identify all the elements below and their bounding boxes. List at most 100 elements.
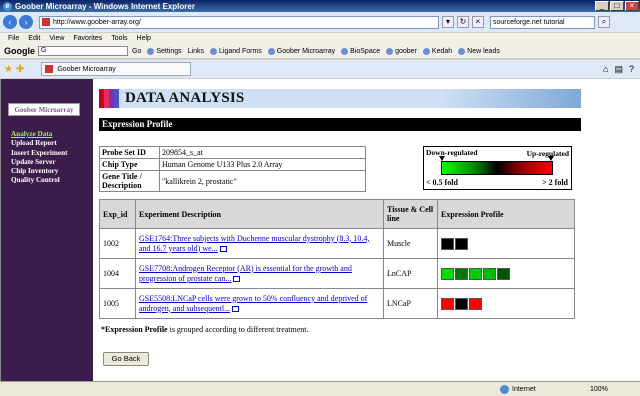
legend-low-label: < 0.5 fold — [426, 178, 458, 187]
external-link-icon[interactable] — [233, 275, 241, 282]
expression-swatch — [497, 267, 510, 280]
link-biospace[interactable]: BioSpace — [341, 47, 381, 55]
link-new-leads[interactable]: New leads — [458, 47, 500, 55]
google-go-button[interactable]: Go — [132, 48, 141, 55]
sidebar-item-update-server[interactable]: Update Server — [11, 158, 68, 167]
links-toolbar: Google G Go Settings Links Ligand Forms … — [0, 44, 640, 59]
column-header: Expression Profile — [437, 199, 575, 229]
link-label: BioSpace — [350, 47, 381, 55]
link-icon — [341, 47, 349, 55]
experiment-link[interactable]: GSE1764:Three subjects with Duchenne mus… — [139, 234, 369, 253]
footnote-text: is grouped according to different treatm… — [167, 325, 309, 334]
link-icon — [267, 47, 275, 55]
links-label: Links — [187, 47, 204, 55]
add-favorite-icon[interactable]: ✚ — [16, 64, 24, 75]
footnote: *Expression Profile is grouped according… — [101, 325, 309, 334]
tissue-cell-line: LNCaP — [383, 288, 438, 319]
experiment-link[interactable]: GSE5508:LNCaP cells were grown to 50% co… — [139, 294, 367, 313]
go-back-button[interactable]: Go Back — [103, 352, 149, 366]
page-content: Goober Microarray Analyze Data Upload Re… — [0, 79, 640, 381]
address-url[interactable]: http://www.goober-array.org/ — [53, 19, 438, 26]
tab-label: Goober Microarray — [57, 65, 116, 73]
expression-profile — [441, 297, 571, 310]
main-panel: DATA ANALYSIS Expression Profile Probe S… — [93, 79, 640, 381]
favorites-star-icon[interactable]: ★ — [4, 64, 13, 75]
forward-arrow-icon[interactable]: › — [19, 15, 33, 29]
menu-file[interactable]: File — [8, 35, 19, 42]
sidebar: Goober Microarray Analyze Data Upload Re… — [1, 79, 93, 381]
info-key: Chip Type — [99, 158, 160, 171]
security-zone: Internet — [500, 384, 590, 394]
expression-profile-cell — [437, 288, 575, 319]
info-value: 209854_s_at — [159, 146, 366, 159]
exp-id: 1004 — [99, 258, 136, 289]
sidebar-item-insert-experiment[interactable]: Insert Experiment — [11, 149, 68, 158]
link-icon — [458, 47, 466, 55]
title-bar: e Goober Microarray - Windows Internet E… — [0, 0, 640, 12]
search-icon[interactable]: ⌕ — [598, 16, 610, 28]
ie-icon: e — [3, 1, 12, 11]
footnote-bold: *Expression Profile — [101, 325, 168, 334]
expression-swatch — [483, 267, 496, 280]
info-value: Human Genome U133 Plus 2.0 Array — [159, 158, 366, 171]
table-row: 1004 GSE7708:Androgen Receptor (AR) is e… — [99, 258, 575, 289]
sidebar-item-chip-inventory[interactable]: Chip Inventory — [11, 167, 68, 176]
menu-help[interactable]: Help — [137, 35, 151, 42]
tissue-cell-line: LnCAP — [383, 258, 438, 289]
link-label: Ligand Forms — [218, 47, 262, 55]
menu-favorites[interactable]: Favorites — [73, 35, 102, 42]
link-goober-microarray[interactable]: Goober Microarray — [267, 47, 336, 55]
sidebar-item-upload-report[interactable]: Upload Report — [11, 139, 68, 148]
menu-tools[interactable]: Tools — [111, 35, 127, 42]
home-icon[interactable]: ⌂ — [603, 64, 608, 75]
expression-swatch — [469, 267, 482, 280]
sidebar-item-analyze-data[interactable]: Analyze Data — [11, 130, 68, 139]
site-favicon-icon — [42, 18, 50, 26]
experiments-table: Exp_id Experiment Description Tissue & C… — [99, 199, 575, 319]
sidebar-logo[interactable]: Goober Microarray — [8, 103, 80, 116]
link-goober[interactable]: goober — [386, 47, 417, 55]
minimize-button[interactable]: _ — [595, 1, 609, 11]
link-ligand-forms[interactable]: Ligand Forms — [209, 47, 262, 55]
table-row: Gene Title / Description "kallikrein 2, … — [99, 170, 366, 192]
info-key: Gene Title / Description — [99, 170, 160, 192]
experiment-link[interactable]: GSE7708:Androgen Receptor (AR) is essent… — [139, 264, 352, 283]
menu-view[interactable]: View — [49, 35, 64, 42]
column-header: Tissue & Cell line — [383, 199, 438, 229]
tab-goober-microarray[interactable]: Goober Microarray — [41, 62, 192, 76]
status-bar: Internet 100% — [0, 381, 640, 396]
print-icon[interactable]: ▤ — [614, 64, 623, 75]
table-row: 1002 GSE1764:Three subjects with Duchenn… — [99, 228, 575, 259]
legend-gradient — [441, 161, 553, 175]
external-link-icon[interactable] — [232, 305, 240, 312]
zoom-level[interactable]: 100% — [590, 386, 640, 393]
settings-label: Settings — [156, 47, 182, 55]
link-label: Goober Microarray — [276, 47, 336, 55]
menu-edit[interactable]: Edit — [28, 35, 40, 42]
info-key: Probe Set ID — [99, 146, 160, 159]
stop-icon[interactable]: × — [472, 16, 484, 28]
settings-icon — [147, 47, 155, 55]
external-link-icon[interactable] — [219, 245, 227, 252]
maximize-button[interactable]: □ — [610, 1, 624, 11]
tissue-cell-line: Muscle — [383, 228, 438, 259]
refresh-icon[interactable]: ↻ — [457, 16, 469, 28]
back-arrow-icon[interactable]: ‹ — [3, 15, 17, 29]
globe-icon — [500, 384, 509, 394]
expression-profile-cell — [437, 258, 575, 289]
address-bar[interactable]: http://www.goober-array.org/ — [39, 15, 439, 29]
address-dropdown-icon[interactable]: ▾ — [442, 16, 454, 28]
help-icon[interactable]: ? — [629, 64, 634, 75]
close-button[interactable]: × — [625, 1, 639, 11]
settings-button[interactable]: Settings — [147, 47, 182, 55]
google-search-input[interactable]: G — [38, 46, 128, 56]
tab-bar: ★ ✚ Goober Microarray ⌂ ▤ ? — [0, 60, 640, 78]
table-row: Probe Set ID 209854_s_at — [99, 146, 366, 159]
expression-swatch — [441, 237, 454, 250]
column-header: Exp_id — [99, 199, 136, 229]
site-favicon-icon — [45, 65, 54, 73]
search-input[interactable]: sourceforge.net tutorial — [490, 15, 595, 29]
experiment-description: GSE5508:LNCaP cells were grown to 50% co… — [135, 288, 384, 319]
sidebar-item-quality-control[interactable]: Quality Control — [11, 176, 68, 185]
link-kedah[interactable]: Kedah — [422, 47, 452, 55]
